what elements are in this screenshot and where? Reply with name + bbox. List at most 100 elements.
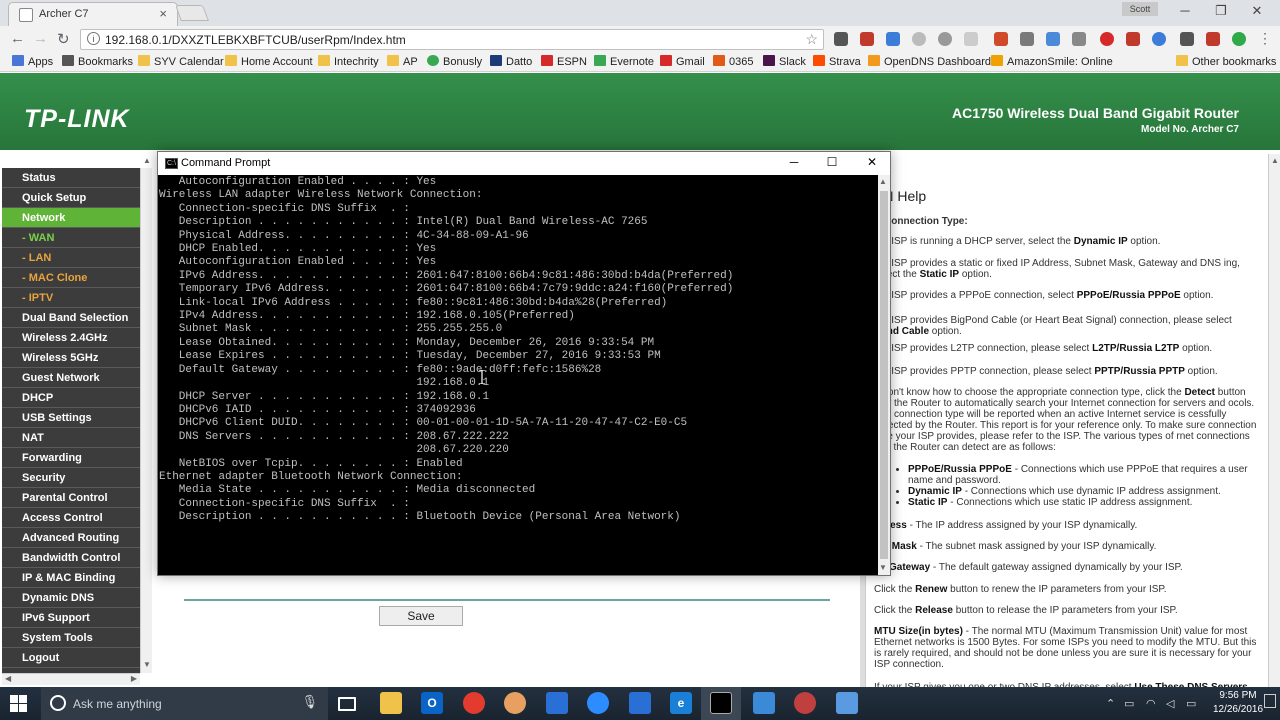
- sidebar-item-ip-mac-binding[interactable]: IP & MAC Binding: [2, 568, 140, 588]
- extension-icon[interactable]: [1020, 32, 1034, 46]
- extension-icon[interactable]: [834, 32, 848, 46]
- clock-time[interactable]: 9:56 PM: [1218, 690, 1258, 701]
- action-center-icon[interactable]: [1264, 694, 1276, 708]
- sidebar-item-lan[interactable]: - LAN: [2, 248, 140, 268]
- extension-icon[interactable]: [1206, 32, 1220, 46]
- app-icon[interactable]: [753, 692, 775, 714]
- wifi-icon[interactable]: ◠: [1146, 697, 1156, 710]
- bookmark-item[interactable]: Evernote: [594, 55, 654, 68]
- address-bar[interactable]: i 192.168.0.1/DXXZTLEBKXBFTCUB/userRpm/I…: [80, 29, 824, 50]
- cmd-taskbar-icon[interactable]: [710, 692, 732, 714]
- sidebar-item-network[interactable]: Network: [2, 208, 140, 228]
- bookmark-item[interactable]: Home Account: [225, 55, 313, 68]
- sidebar-item-quick-setup[interactable]: Quick Setup: [2, 188, 140, 208]
- bookmark-item[interactable]: AP: [387, 55, 418, 68]
- file-explorer-icon[interactable]: [380, 692, 402, 714]
- extension-icon[interactable]: [994, 32, 1008, 46]
- tray-app-icon[interactable]: ▭: [1124, 697, 1134, 710]
- sidebar-scrollbar[interactable]: ▲ ▼: [140, 156, 152, 673]
- extension-icon[interactable]: [1072, 32, 1086, 46]
- windows-start-icon[interactable]: [10, 695, 28, 713]
- sidebar-item-ipv6-support[interactable]: IPv6 Support: [2, 608, 140, 628]
- sidebar-item-system-tools[interactable]: System Tools: [2, 628, 140, 648]
- minimize-icon[interactable]: ─: [1170, 3, 1200, 18]
- bookmark-item[interactable]: Other bookmarks: [1176, 55, 1276, 68]
- sidebar-item-mac-clone[interactable]: - MAC Clone: [2, 268, 140, 288]
- extension-icon[interactable]: [1126, 32, 1140, 46]
- extension-icon[interactable]: [1232, 32, 1246, 46]
- bookmark-item[interactable]: 0365: [713, 55, 753, 68]
- battery-icon[interactable]: ▭: [1186, 697, 1196, 710]
- app-icon[interactable]: [836, 692, 858, 714]
- bookmark-star-icon[interactable]: ☆: [805, 31, 818, 48]
- sidebar-item-parental-control[interactable]: Parental Control: [2, 488, 140, 508]
- sidebar-item-security[interactable]: Security: [2, 468, 140, 488]
- info-icon[interactable]: i: [87, 32, 100, 45]
- extension-icon[interactable]: [938, 32, 952, 46]
- sidebar-item-dynamic-dns[interactable]: Dynamic DNS: [2, 588, 140, 608]
- bookmark-item[interactable]: OpenDNS Dashboard: [868, 55, 991, 68]
- app-icon[interactable]: [504, 692, 526, 714]
- sidebar-item-wan[interactable]: - WAN: [2, 228, 140, 248]
- chrome-icon[interactable]: [463, 692, 485, 714]
- bookmark-item[interactable]: Gmail: [660, 55, 705, 68]
- back-icon[interactable]: ←: [10, 30, 25, 47]
- tray-expand-icon[interactable]: ⌃: [1106, 697, 1115, 710]
- bookmark-item[interactable]: Bookmarks: [62, 55, 133, 68]
- sidebar-item-dhcp[interactable]: DHCP: [2, 388, 140, 408]
- sidebar-item-wireless-5ghz[interactable]: Wireless 5GHz: [2, 348, 140, 368]
- sidebar-item-access-control[interactable]: Access Control: [2, 508, 140, 528]
- sidebar-item-iptv[interactable]: - IPTV: [2, 288, 140, 308]
- forward-icon[interactable]: →: [33, 30, 48, 47]
- zoom-icon[interactable]: [587, 692, 609, 714]
- cmd-titlebar[interactable]: C:\ Command Prompt ─ ☐ ✕: [158, 152, 890, 175]
- extension-icon[interactable]: [1152, 32, 1166, 46]
- save-button[interactable]: Save: [379, 606, 463, 626]
- command-prompt-window[interactable]: C:\ Command Prompt ─ ☐ ✕ Autoconfigurati…: [157, 151, 891, 576]
- extension-icon[interactable]: [1046, 32, 1060, 46]
- extension-icon[interactable]: [886, 32, 900, 46]
- sidebar-item-status[interactable]: Status: [2, 168, 140, 188]
- bookmark-item[interactable]: AmazonSmile: Online: [991, 55, 1113, 68]
- cmd-scrollbar[interactable]: ▲ ▼: [878, 175, 890, 575]
- bookmark-item[interactable]: Bonusly: [427, 55, 482, 68]
- cmd-close-icon[interactable]: ✕: [852, 155, 892, 169]
- bookmark-item[interactable]: Datto: [490, 55, 532, 68]
- cortana-search-box[interactable]: Ask me anything 🎙: [41, 687, 328, 720]
- edge-icon[interactable]: e: [670, 692, 692, 714]
- tab-close-icon[interactable]: ×: [159, 6, 167, 21]
- new-tab-button[interactable]: [175, 5, 209, 21]
- app-icon[interactable]: [546, 692, 568, 714]
- sidebar-hscrollbar[interactable]: ◀ ▶: [2, 673, 140, 685]
- task-view-icon[interactable]: [338, 697, 356, 711]
- maximize-icon[interactable]: ❐: [1206, 3, 1236, 19]
- sidebar-item-forwarding[interactable]: Forwarding: [2, 448, 140, 468]
- sidebar-item-guest-network[interactable]: Guest Network: [2, 368, 140, 388]
- bookmark-item[interactable]: Apps: [12, 55, 53, 68]
- cmd-maximize-icon[interactable]: ☐: [812, 155, 852, 169]
- sidebar-item-logout[interactable]: Logout: [2, 648, 140, 668]
- chrome-menu-icon[interactable]: ⋮: [1258, 30, 1272, 47]
- bookmark-item[interactable]: Intechrity: [318, 55, 379, 68]
- app-icon[interactable]: [629, 692, 651, 714]
- cmd-scroll-thumb[interactable]: [880, 191, 888, 559]
- bookmark-item[interactable]: SYV Calendar: [138, 55, 224, 68]
- app-icon[interactable]: [794, 692, 816, 714]
- close-icon[interactable]: ✕: [1242, 3, 1272, 19]
- extension-icon[interactable]: [912, 32, 926, 46]
- sidebar-item-usb-settings[interactable]: USB Settings: [2, 408, 140, 428]
- clock-date[interactable]: 12/26/2016: [1210, 704, 1266, 715]
- sidebar-item-nat[interactable]: NAT: [2, 428, 140, 448]
- cmd-minimize-icon[interactable]: ─: [774, 155, 814, 169]
- sidebar-item-advanced-routing[interactable]: Advanced Routing: [2, 528, 140, 548]
- outlook-icon[interactable]: O: [421, 692, 443, 714]
- extension-icon[interactable]: [1180, 32, 1194, 46]
- tab-archer-c7[interactable]: Archer C7 ×: [8, 2, 178, 26]
- sidebar-item-bandwidth-control[interactable]: Bandwidth Control: [2, 548, 140, 568]
- bookmark-item[interactable]: ESPN: [541, 55, 587, 68]
- help-scrollbar[interactable]: ▲: [1268, 154, 1280, 687]
- cmd-output[interactable]: Autoconfiguration Enabled . . . . : Yes W…: [158, 175, 878, 575]
- sidebar-item-wireless-2-4ghz[interactable]: Wireless 2.4GHz: [2, 328, 140, 348]
- volume-icon[interactable]: ◁: [1166, 697, 1174, 710]
- reload-icon[interactable]: ↻: [57, 30, 70, 48]
